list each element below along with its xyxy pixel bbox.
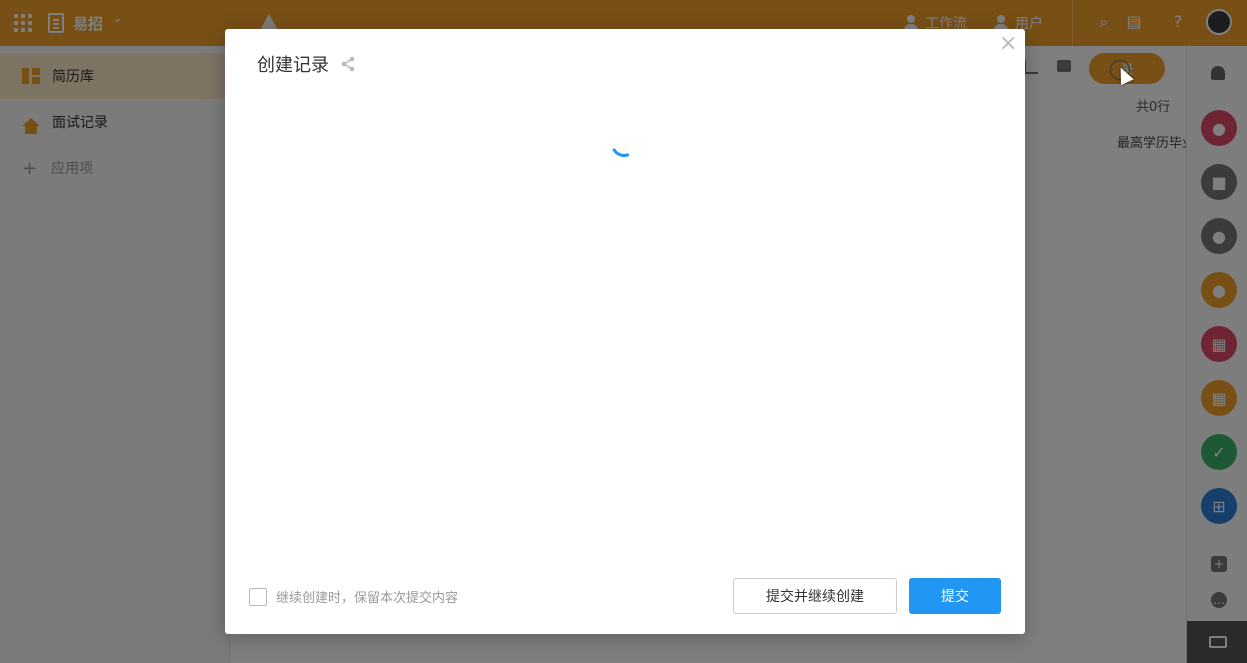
close-icon[interactable]: × — [999, 33, 1017, 55]
keep-content-label: 继续创建时，保留本次提交内容 — [276, 591, 459, 606]
keep-content-option[interactable]: 继续创建时，保留本次提交内容 — [249, 587, 458, 606]
dialog-title: 创建记录 — [257, 55, 329, 76]
create-record-dialog: 创建记录 × 继续创建时，保留本次提交内容 提交并继续创建 提交 — [225, 29, 1025, 634]
keep-content-checkbox[interactable] — [249, 587, 267, 606]
submit-button[interactable]: 提交 — [909, 578, 1001, 614]
share-icon[interactable] — [340, 56, 356, 72]
submit-and-continue-button[interactable]: 提交并继续创建 — [733, 578, 897, 614]
loading-spinner — [607, 127, 641, 161]
